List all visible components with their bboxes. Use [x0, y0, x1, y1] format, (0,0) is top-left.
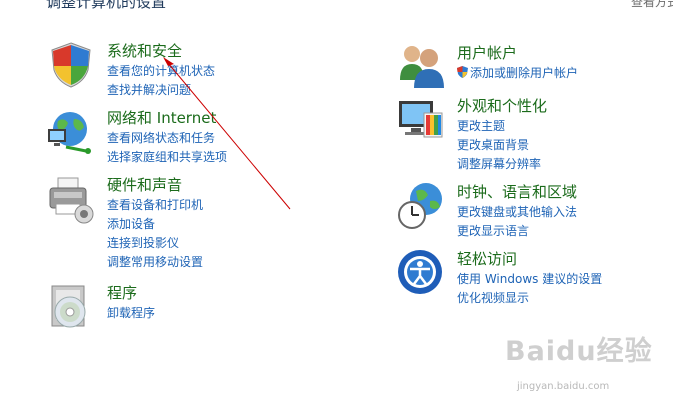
view-by-label[interactable]: 查看方式: [631, 0, 673, 10]
network-globe-icon[interactable]: [46, 107, 96, 157]
link-homegroup-sharing[interactable]: 选择家庭组和共享选项: [107, 148, 227, 167]
watermark-logo: Baidu经验: [505, 336, 653, 367]
category-title[interactable]: 系统和安全: [107, 40, 182, 61]
link-devices-printers[interactable]: 查看设备和打印机: [107, 196, 203, 215]
link-troubleshoot[interactable]: 查找并解决问题: [107, 81, 215, 100]
category-title[interactable]: 硬件和声音: [107, 174, 182, 195]
link-uninstall-program[interactable]: 卸载程序: [107, 304, 155, 323]
link-add-remove-accounts[interactable]: 添加或删除用户帐户: [457, 64, 578, 83]
link-keyboard-input[interactable]: 更改键盘或其他输入法: [457, 203, 577, 222]
link-connect-projector[interactable]: 连接到投影仪: [107, 234, 203, 253]
security-shield-icon[interactable]: [46, 40, 96, 90]
programs-disc-icon[interactable]: [46, 282, 96, 332]
link-change-theme[interactable]: 更改主题: [457, 117, 541, 136]
uac-shield-icon: [457, 66, 468, 78]
monitor-palette-icon[interactable]: [396, 95, 446, 145]
link-add-device[interactable]: 添加设备: [107, 215, 203, 234]
watermark-url: jingyan.baidu.com: [517, 381, 610, 392]
link-desktop-background[interactable]: 更改桌面背景: [457, 136, 541, 155]
link-view-computer-status[interactable]: 查看您的计算机状态: [107, 62, 215, 81]
link-network-status[interactable]: 查看网络状态和任务: [107, 129, 227, 148]
category-title[interactable]: 外观和个性化: [457, 95, 547, 116]
page-title: 调整计算机的设置: [46, 0, 167, 11]
users-icon[interactable]: [396, 42, 446, 92]
baidu-watermark: Baidu经验 jingyan.baidu.com: [505, 329, 655, 399]
link-recommended-settings[interactable]: 使用 Windows 建议的设置: [457, 270, 602, 289]
category-title[interactable]: 用户帐户: [457, 42, 517, 63]
link-screen-resolution[interactable]: 调整屏幕分辨率: [457, 155, 541, 174]
link-mobility-settings[interactable]: 调整常用移动设置: [107, 253, 203, 272]
category-title[interactable]: 程序: [107, 282, 137, 303]
category-title[interactable]: 时钟、语言和区域: [457, 181, 577, 202]
link-display-language[interactable]: 更改显示语言: [457, 222, 577, 241]
link-optimize-video[interactable]: 优化视频显示: [457, 289, 602, 308]
ease-of-access-icon[interactable]: [396, 248, 446, 298]
clock-globe-icon[interactable]: [396, 181, 446, 231]
category-title[interactable]: 轻松访问: [457, 248, 517, 269]
category-title[interactable]: 网络和 Internet: [107, 107, 216, 128]
printer-icon[interactable]: [46, 174, 96, 224]
link-label: 添加或删除用户帐户: [470, 66, 579, 80]
